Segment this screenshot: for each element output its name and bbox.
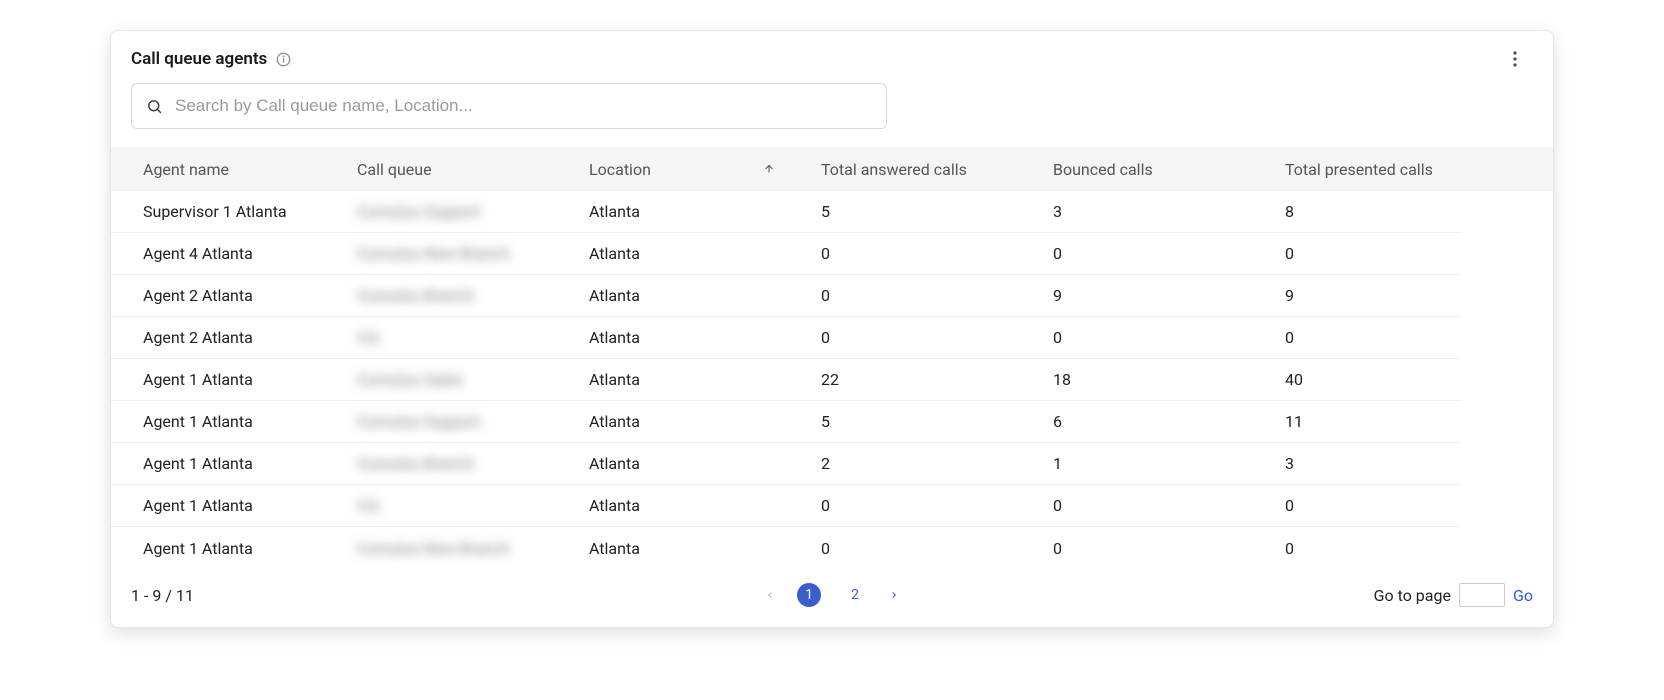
pager: 12 bbox=[765, 583, 899, 607]
col-label: Call queue bbox=[357, 160, 432, 179]
agents-table: Agent name Call queue Location Total ans… bbox=[111, 147, 1553, 569]
cell-location: Atlanta bbox=[575, 275, 807, 317]
cell-agent-name: Supervisor 1 Atlanta bbox=[111, 191, 343, 233]
cell-agent-name: Agent 1 Atlanta bbox=[111, 443, 343, 485]
cell-call-queue: Cumulus Branch bbox=[343, 275, 575, 317]
card-header: Call queue agents bbox=[111, 31, 1553, 77]
col-label: Bounced calls bbox=[1053, 160, 1153, 179]
cell-agent-name: Agent 2 Atlanta bbox=[111, 317, 343, 359]
cell-total-answered: 0 bbox=[807, 233, 1039, 275]
cell-agent-name: Agent 1 Atlanta bbox=[111, 485, 343, 527]
cell-bounced: 0 bbox=[1039, 233, 1271, 275]
cell-total-presented: 40 bbox=[1271, 359, 1461, 401]
cell-agent-name: Agent 4 Atlanta bbox=[111, 233, 343, 275]
cell-total-answered: 5 bbox=[807, 401, 1039, 443]
table-row[interactable]: Agent 2 AtlantaCQAtlanta000 bbox=[111, 317, 1553, 359]
page-2[interactable]: 2 bbox=[843, 583, 867, 607]
cell-call-queue: Cumulus Support bbox=[343, 401, 575, 443]
cell-total-presented: 11 bbox=[1271, 401, 1461, 443]
cell-total-presented: 3 bbox=[1271, 443, 1461, 485]
table-footer: 1 - 9 / 11 12 Go to page Go bbox=[111, 569, 1553, 627]
cell-location: Atlanta bbox=[575, 317, 807, 359]
table-row[interactable]: Agent 1 AtlantaCQAtlanta000 bbox=[111, 485, 1553, 527]
cell-total-answered: 22 bbox=[807, 359, 1039, 401]
cell-call-queue: Cumulus New Branch bbox=[343, 233, 575, 275]
cell-total-presented: 0 bbox=[1271, 485, 1461, 527]
table-row[interactable]: Supervisor 1 AtlantaCumulus SupportAtlan… bbox=[111, 191, 1553, 233]
table-row[interactable]: Agent 1 AtlantaCumulus SupportAtlanta561… bbox=[111, 401, 1553, 443]
table-body: Supervisor 1 AtlantaCumulus SupportAtlan… bbox=[111, 191, 1553, 569]
cell-bounced: 0 bbox=[1039, 317, 1271, 359]
sort-asc-icon bbox=[763, 163, 775, 175]
cell-total-answered: 5 bbox=[807, 191, 1039, 233]
prev-page-icon[interactable] bbox=[765, 588, 775, 602]
cell-location: Atlanta bbox=[575, 191, 807, 233]
cell-agent-name: Agent 1 Atlanta bbox=[111, 401, 343, 443]
cell-bounced: 18 bbox=[1039, 359, 1271, 401]
cell-bounced: 0 bbox=[1039, 485, 1271, 527]
col-agent-name[interactable]: Agent name bbox=[111, 160, 343, 179]
cell-total-answered: 0 bbox=[807, 485, 1039, 527]
table-row[interactable]: Agent 4 AtlantaCumulus New BranchAtlanta… bbox=[111, 233, 1553, 275]
cell-total-answered: 2 bbox=[807, 443, 1039, 485]
col-total-presented[interactable]: Total presented calls bbox=[1271, 160, 1461, 179]
table-row[interactable]: Agent 1 AtlantaCumulus New BranchAtlanta… bbox=[111, 527, 1553, 569]
cell-total-presented: 8 bbox=[1271, 191, 1461, 233]
cell-bounced: 1 bbox=[1039, 443, 1271, 485]
cell-location: Atlanta bbox=[575, 401, 807, 443]
cell-call-queue: Cumulus Sales bbox=[343, 359, 575, 401]
search-input[interactable] bbox=[173, 95, 872, 117]
cell-call-queue: Cumulus Support bbox=[343, 191, 575, 233]
cell-bounced: 3 bbox=[1039, 191, 1271, 233]
col-label: Agent name bbox=[143, 160, 229, 179]
goto-page-input[interactable] bbox=[1459, 583, 1505, 607]
cell-total-answered: 0 bbox=[807, 527, 1039, 569]
table-header-row: Agent name Call queue Location Total ans… bbox=[111, 147, 1553, 191]
table-row[interactable]: Agent 1 AtlantaCumulus BranchAtlanta213 bbox=[111, 443, 1553, 485]
cell-agent-name: Agent 1 Atlanta bbox=[111, 359, 343, 401]
card-title: Call queue agents bbox=[131, 49, 267, 69]
cell-bounced: 6 bbox=[1039, 401, 1271, 443]
cell-call-queue: Cumulus Branch bbox=[343, 443, 575, 485]
col-label: Total answered calls bbox=[821, 160, 967, 179]
call-queue-agents-card: Call queue agents Agent name Call queue … bbox=[110, 30, 1554, 628]
goto-label: Go to page bbox=[1374, 586, 1451, 605]
col-label: Location bbox=[589, 160, 651, 179]
goto-page: Go to page Go bbox=[1374, 583, 1533, 607]
col-call-queue[interactable]: Call queue bbox=[343, 160, 575, 179]
cell-total-presented: 0 bbox=[1271, 233, 1461, 275]
cell-call-queue: CQ bbox=[343, 317, 575, 359]
col-total-answered[interactable]: Total answered calls bbox=[807, 160, 1039, 179]
col-label: Total presented calls bbox=[1285, 160, 1433, 179]
table-row[interactable]: Agent 1 AtlantaCumulus SalesAtlanta22184… bbox=[111, 359, 1553, 401]
cell-agent-name: Agent 1 Atlanta bbox=[111, 527, 343, 569]
cell-agent-name: Agent 2 Atlanta bbox=[111, 275, 343, 317]
cell-location: Atlanta bbox=[575, 359, 807, 401]
search-input-wrapper[interactable] bbox=[131, 83, 887, 129]
cell-location: Atlanta bbox=[575, 527, 807, 569]
cell-total-answered: 0 bbox=[807, 275, 1039, 317]
cell-total-presented: 9 bbox=[1271, 275, 1461, 317]
search-row bbox=[111, 77, 1553, 147]
cell-location: Atlanta bbox=[575, 233, 807, 275]
info-icon[interactable] bbox=[275, 51, 291, 67]
more-options-icon[interactable] bbox=[1505, 49, 1525, 69]
goto-page-button[interactable]: Go bbox=[1513, 586, 1533, 605]
table-row[interactable]: Agent 2 AtlantaCumulus BranchAtlanta099 bbox=[111, 275, 1553, 317]
search-icon bbox=[146, 98, 163, 115]
cell-total-answered: 0 bbox=[807, 317, 1039, 359]
cell-total-presented: 0 bbox=[1271, 317, 1461, 359]
cell-location: Atlanta bbox=[575, 443, 807, 485]
cell-total-presented: 0 bbox=[1271, 527, 1461, 569]
pagination-range: 1 - 9 / 11 bbox=[131, 586, 194, 605]
col-bounced[interactable]: Bounced calls bbox=[1039, 160, 1271, 179]
cell-bounced: 9 bbox=[1039, 275, 1271, 317]
page-1[interactable]: 1 bbox=[797, 583, 821, 607]
next-page-icon[interactable] bbox=[889, 588, 899, 602]
cell-call-queue: Cumulus New Branch bbox=[343, 527, 575, 569]
cell-call-queue: CQ bbox=[343, 485, 575, 527]
cell-location: Atlanta bbox=[575, 485, 807, 527]
cell-bounced: 0 bbox=[1039, 527, 1271, 569]
col-location[interactable]: Location bbox=[575, 160, 807, 179]
